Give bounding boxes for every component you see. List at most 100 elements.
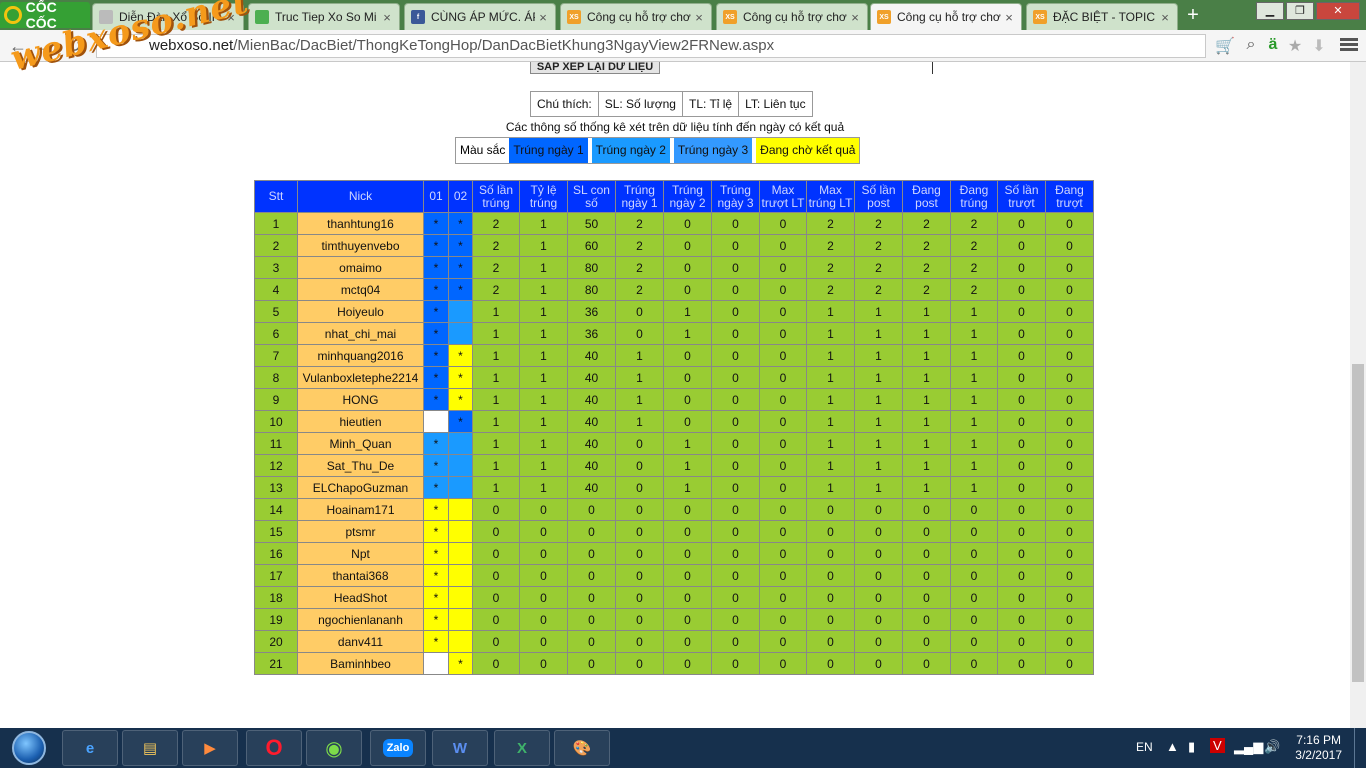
language-indicator[interactable]: EN — [1136, 740, 1153, 754]
stat-cell: 0 — [1045, 388, 1094, 411]
column-header[interactable]: Max trượt LT — [759, 180, 807, 213]
column-header[interactable]: Đang trượt — [1045, 180, 1094, 213]
column-header[interactable]: Trúng ngày 2 — [663, 180, 712, 213]
close-tab-icon[interactable]: × — [1001, 10, 1017, 25]
browser-tab-2[interactable]: Truc Tiep Xo So Mi × — [248, 3, 400, 30]
column-header[interactable]: Max trúng LT — [806, 180, 855, 213]
browser-tab-6[interactable]: XS Công cụ hỗ trợ chơ × — [870, 3, 1022, 30]
nick-cell[interactable]: Minh_Quan — [297, 432, 424, 455]
column-header[interactable]: Trúng ngày 1 — [615, 180, 664, 213]
column-header[interactable]: Trúng ngày 3 — [711, 180, 760, 213]
show-desktop-button[interactable] — [1354, 728, 1366, 768]
scrollbar-thumb[interactable] — [1352, 364, 1364, 682]
column-header[interactable]: Stt — [254, 180, 298, 213]
battery-icon[interactable]: ▮ — [1188, 739, 1195, 755]
cart-icon[interactable]: 🛒 — [1214, 36, 1236, 56]
tray-arrow-icon[interactable]: ▲ — [1166, 739, 1179, 754]
nick-cell[interactable]: Sat_Thu_De — [297, 454, 424, 477]
column-header[interactable]: Đang post — [902, 180, 951, 213]
row-index: 8 — [254, 366, 298, 389]
browser-tab-5[interactable]: XS Công cụ hỗ trợ chơ × — [716, 3, 868, 30]
volume-icon[interactable]: 🔊 — [1264, 739, 1280, 755]
close-window-button[interactable]: ✕ — [1316, 2, 1360, 20]
stat-cell: 0 — [759, 344, 807, 367]
browser-tab-3[interactable]: f CÙNG ÁP MỨC. ÁP × — [404, 3, 556, 30]
minimize-button[interactable]: ▁ — [1256, 2, 1284, 20]
nick-cell[interactable]: Hoiyeulo — [297, 300, 424, 323]
menu-icon[interactable] — [1340, 36, 1358, 53]
column-header[interactable]: Tỷ lệ trúng — [519, 180, 568, 213]
start-button[interactable] — [4, 729, 54, 767]
nick-cell[interactable]: Baminhbeo — [297, 652, 424, 675]
close-tab-icon[interactable]: × — [379, 10, 395, 25]
stat-cell: 1 — [806, 322, 855, 345]
stat-cell: 0 — [1045, 300, 1094, 323]
stat-cell: 0 — [1045, 630, 1094, 653]
word-taskbar-icon[interactable]: W — [432, 730, 488, 766]
stat-cell: 1 — [902, 388, 951, 411]
day2-cell — [448, 608, 473, 631]
nick-cell[interactable]: hieutien — [297, 410, 424, 433]
excel-taskbar-icon[interactable]: X — [494, 730, 550, 766]
close-tab-icon[interactable]: × — [1157, 10, 1173, 25]
nick-cell[interactable]: Npt — [297, 542, 424, 565]
nick-cell[interactable]: timthuyenvebo — [297, 234, 424, 257]
sort-data-button[interactable]: SẮP XẾP LẠI DỮ LIỆU — [530, 62, 660, 74]
stat-cell: 0 — [759, 564, 807, 587]
language-icon[interactable]: ä — [1262, 36, 1284, 54]
stat-cell: 2 — [615, 212, 664, 235]
paint-taskbar-icon[interactable]: 🎨 — [554, 730, 610, 766]
browser-tab-4[interactable]: XS Công cụ hỗ trợ chơ × — [560, 3, 712, 30]
search-icon[interactable]: ⌕ — [1240, 36, 1262, 54]
address-bar[interactable]: webxoso.net/MienBac/DacBiet/ThongKeTongH… — [96, 34, 1206, 58]
signal-icon[interactable]: ▂▄▆ — [1234, 739, 1263, 755]
nick-cell[interactable]: mctq04 — [297, 278, 424, 301]
nick-cell[interactable]: thanhtung16 — [297, 212, 424, 235]
nick-cell[interactable]: Vulanboxletephe2214 — [297, 366, 424, 389]
column-header[interactable]: Nick — [297, 180, 424, 213]
nick-cell[interactable]: nhat_chi_mai — [297, 322, 424, 345]
stat-cell: 0 — [1045, 498, 1094, 521]
column-header[interactable]: Số lần post — [854, 180, 903, 213]
coccoc-taskbar-icon[interactable]: ◉ — [306, 730, 362, 766]
column-header[interactable]: 01 — [423, 180, 449, 213]
nick-cell[interactable]: ELChapoGuzman — [297, 476, 424, 499]
close-tab-icon[interactable]: × — [535, 10, 551, 25]
stat-cell: 2 — [806, 212, 855, 235]
column-header[interactable]: 02 — [448, 180, 473, 213]
download-icon[interactable]: ⬇ — [1308, 36, 1330, 56]
nick-cell[interactable]: danv411 — [297, 630, 424, 653]
row-index: 20 — [254, 630, 298, 653]
column-header[interactable]: SL con số — [567, 180, 616, 213]
row-index: 11 — [254, 432, 298, 455]
column-header[interactable]: Đang trúng — [950, 180, 998, 213]
nick-cell[interactable]: HONG — [297, 388, 424, 411]
antivirus-icon[interactable]: V — [1210, 738, 1225, 753]
opera-taskbar-icon[interactable]: O — [246, 730, 302, 766]
clock[interactable]: 7:16 PM 3/2/2017 — [1295, 733, 1342, 763]
bookmark-star-icon[interactable]: ★ — [1284, 36, 1306, 56]
browser-tab-7[interactable]: XS ĐẶC BIỆT - TOPIC Đ × — [1026, 3, 1178, 30]
close-tab-icon[interactable]: × — [691, 10, 707, 25]
page-scrollbar[interactable] — [1350, 62, 1366, 728]
new-tab-button[interactable]: + — [1182, 5, 1204, 25]
nick-cell[interactable]: Hoainam171 — [297, 498, 424, 521]
stat-cell: 0 — [997, 476, 1046, 499]
day2-cell: * — [448, 388, 473, 411]
maximize-button[interactable]: ❐ — [1286, 2, 1314, 20]
day2-cell — [448, 454, 473, 477]
nick-cell[interactable]: omaimo — [297, 256, 424, 279]
nick-cell[interactable]: HeadShot — [297, 586, 424, 609]
explorer-taskbar-icon[interactable]: ▤ — [122, 730, 178, 766]
stat-cell: 1 — [806, 388, 855, 411]
column-header[interactable]: Số lần trúng — [472, 180, 520, 213]
nick-cell[interactable]: ptsmr — [297, 520, 424, 543]
ie-taskbar-icon[interactable]: e — [62, 730, 118, 766]
nick-cell[interactable]: thantai368 — [297, 564, 424, 587]
column-header[interactable]: Số lần trượt — [997, 180, 1046, 213]
media-player-taskbar-icon[interactable]: ▶ — [182, 730, 238, 766]
zalo-taskbar-icon[interactable]: Zalo — [370, 730, 426, 766]
close-tab-icon[interactable]: × — [847, 10, 863, 25]
nick-cell[interactable]: ngochienlananh — [297, 608, 424, 631]
nick-cell[interactable]: minhquang2016 — [297, 344, 424, 367]
